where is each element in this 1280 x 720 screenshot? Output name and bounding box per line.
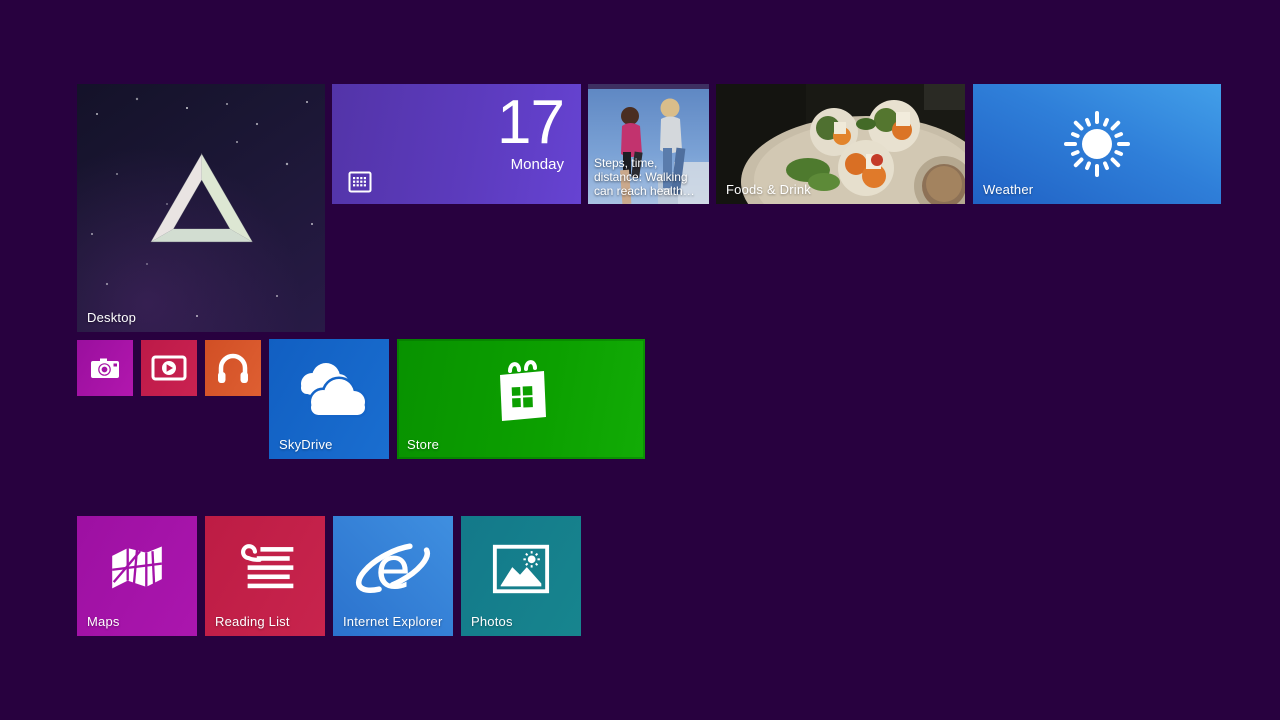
tile-label: Photos	[471, 614, 513, 629]
calendar-weekday: Monday	[510, 156, 564, 173]
tile-label: SkyDrive	[279, 437, 333, 452]
camera-icon	[91, 358, 119, 378]
skydrive-clouds-icon	[301, 362, 368, 418]
tile-label: Store	[407, 437, 440, 452]
penrose-triangle	[150, 152, 253, 243]
store-bag-icon	[500, 360, 546, 422]
svg-text:e: e	[375, 534, 411, 602]
tile-health-fitness[interactable]: Steps, time, distance: Walking can reach…	[588, 84, 709, 204]
tile-label: Weather	[983, 182, 1034, 197]
calendar-day: 17	[497, 88, 565, 157]
tile-music[interactable]	[205, 340, 261, 396]
tile-food-drink[interactable]: Foods & Drink	[716, 84, 965, 204]
sun-icon	[1064, 111, 1130, 177]
starfield-penrose-wallpaper	[91, 97, 313, 317]
tile-desktop[interactable]: Desktop	[77, 84, 325, 332]
tile-store[interactable]: Store	[397, 339, 645, 459]
tile-calendar[interactable]: 17 Monday	[332, 84, 581, 204]
health-headline: Steps, time, distance: Walking can reach…	[594, 156, 695, 198]
tile-photos[interactable]: Photos	[461, 516, 581, 636]
tile-video[interactable]	[141, 340, 197, 396]
reading-list-icon	[241, 543, 294, 588]
video-icon	[151, 355, 187, 381]
internet-explorer-icon: e	[355, 534, 431, 602]
tile-label: Reading List	[215, 614, 290, 629]
tile-internet-explorer[interactable]: e Internet Explorer	[333, 516, 453, 636]
tile-reading-list[interactable]: Reading List	[205, 516, 325, 636]
tile-weather[interactable]: Weather	[973, 84, 1221, 204]
map-icon	[112, 546, 162, 589]
start-screen: { "background_color": "#28013f", "tiles"…	[0, 0, 1280, 720]
tile-skydrive[interactable]: SkyDrive	[269, 339, 389, 459]
tile-label: Internet Explorer	[343, 614, 443, 629]
tile-label: Maps	[87, 614, 120, 629]
tile-maps[interactable]: Maps	[77, 516, 197, 636]
headphones-icon	[218, 353, 248, 383]
tile-label: Foods & Drink	[726, 182, 811, 197]
tile-camera[interactable]	[77, 340, 133, 396]
photos-icon	[492, 544, 550, 593]
tile-label: Desktop	[87, 310, 137, 325]
calendar-icon	[348, 171, 372, 193]
